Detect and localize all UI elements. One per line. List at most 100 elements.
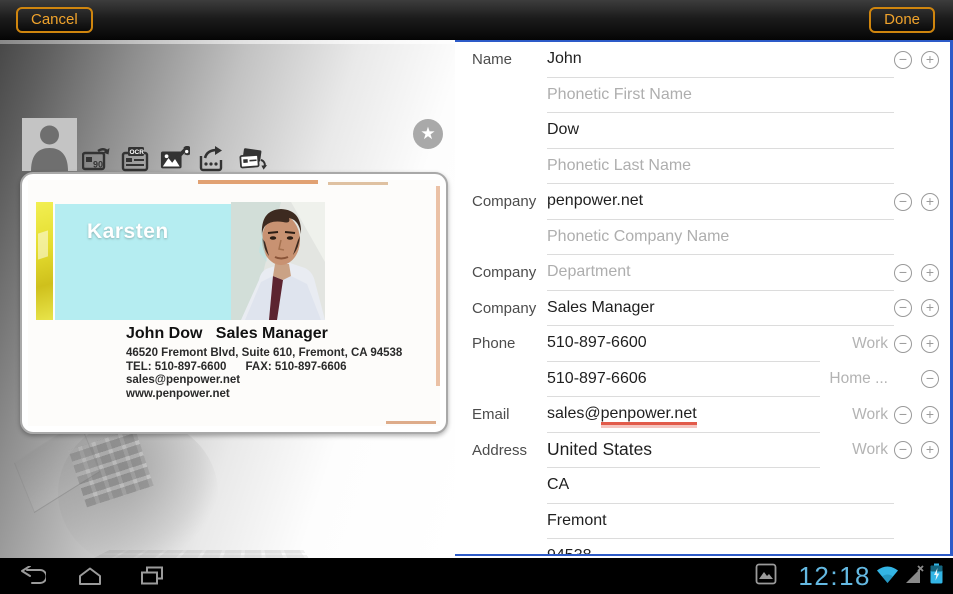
home-icon[interactable] <box>76 566 104 591</box>
recents-icon[interactable] <box>138 566 166 591</box>
status-clock: 12:18 <box>798 558 871 594</box>
remove-field-icon[interactable]: − <box>894 441 912 459</box>
form-row: Dow <box>455 113 950 149</box>
card-toolbar: 90 OCR <box>82 144 268 172</box>
form-row: AddressUnited StatesWork−+ <box>455 433 950 469</box>
form-row: Emailsales@penpower.net Work−+ <box>455 397 950 433</box>
favorite-star-icon[interactable]: ★ <box>413 119 443 149</box>
field-input-empty[interactable]: Phonetic Company Name <box>547 220 894 256</box>
field-input[interactable]: Sales Manager <box>547 291 894 327</box>
field-value: Dow <box>547 121 579 139</box>
card-telfax-line: TEL: 510-897-6600 FAX: 510-897-6606 <box>126 361 402 375</box>
field-label: Company <box>455 193 547 210</box>
retouch-icon[interactable] <box>160 144 190 172</box>
card-flip-icon[interactable] <box>238 144 268 172</box>
field-type-selector[interactable]: Home ... <box>820 370 894 388</box>
remove-field-icon[interactable]: − <box>894 264 912 282</box>
scan-artifact <box>386 421 436 424</box>
card-text-block: John Dow Sales Manager 46520 Fremont Blv… <box>126 325 402 401</box>
field-input-empty[interactable]: Phonetic First Name <box>547 78 894 114</box>
form-row: 94538 <box>455 539 950 556</box>
done-button[interactable]: Done <box>869 7 935 33</box>
form-row: 510-897-6606Home ... − <box>455 362 950 398</box>
ocr-icon[interactable]: OCR <box>121 144 151 172</box>
add-field-icon[interactable]: + <box>921 299 939 317</box>
app-screen: Cancel Done 90 <box>0 0 953 594</box>
field-value: sales@penpower.net <box>547 405 697 423</box>
field-input-empty[interactable]: Department <box>547 255 894 291</box>
form-row: CompanyDepartment−+ <box>455 255 950 291</box>
scan-artifact <box>198 180 318 184</box>
remove-field-icon[interactable]: − <box>894 193 912 211</box>
rotate-90-icon[interactable]: 90 <box>82 144 112 172</box>
field-type-selector[interactable]: Work <box>820 406 894 424</box>
add-field-icon[interactable]: + <box>921 406 939 424</box>
form-row: Fremont <box>455 504 950 540</box>
svg-text:OCR: OCR <box>130 149 145 156</box>
row-actions: −+ <box>894 299 950 317</box>
card-brand-name: Karsten <box>87 220 169 244</box>
contact-photo-placeholder[interactable] <box>22 118 77 171</box>
remove-field-icon[interactable]: − <box>894 406 912 424</box>
field-input[interactable]: 510-897-6606 <box>547 362 820 398</box>
field-placeholder: Phonetic Last Name <box>547 157 691 175</box>
status-area[interactable]: 12:18 <box>755 558 943 594</box>
cancel-button[interactable]: Cancel <box>16 7 93 33</box>
add-field-icon[interactable]: + <box>921 441 939 459</box>
row-actions: −+ <box>894 335 950 353</box>
business-card-image: Karsten <box>28 180 440 426</box>
field-placeholder: Phonetic First Name <box>547 86 692 104</box>
row-actions: −+ <box>894 441 950 459</box>
row-actions: −+ <box>894 406 950 424</box>
card-yellow-stripe <box>36 202 53 320</box>
cell-signal-icon <box>904 564 925 589</box>
add-field-icon[interactable]: + <box>921 264 939 282</box>
gallery-notification-icon <box>755 563 777 590</box>
card-preview-panel: 90 OCR <box>0 40 455 558</box>
scan-artifact <box>328 182 388 185</box>
form-row: Phonetic Last Name <box>455 149 950 185</box>
business-card-frame[interactable]: Karsten <box>20 172 448 434</box>
field-input-empty[interactable]: Phonetic Last Name <box>547 149 894 185</box>
form-row: NameJohn−+ <box>455 42 950 78</box>
card-web-line: www.penpower.net <box>126 388 402 402</box>
remove-field-icon[interactable]: − <box>894 299 912 317</box>
field-type-selector[interactable]: Work <box>820 441 894 459</box>
remove-field-icon[interactable]: − <box>894 335 912 353</box>
export-icon[interactable] <box>199 144 229 172</box>
field-input[interactable]: Fremont <box>547 504 894 540</box>
contact-edit-form: NameJohn−+Phonetic First NameDowPhonetic… <box>455 40 953 556</box>
field-input[interactable]: United States <box>547 433 820 469</box>
card-person-line: John Dow Sales Manager <box>126 325 402 343</box>
field-input[interactable]: 94538 <box>547 539 894 556</box>
system-bar: 12:18 <box>0 558 953 594</box>
action-bar: Cancel Done <box>0 0 953 40</box>
field-value: John <box>547 50 582 68</box>
field-label: Company <box>455 264 547 281</box>
field-value: 510-897-6600 <box>547 334 647 352</box>
add-field-icon[interactable]: + <box>921 51 939 69</box>
row-actions: −+ <box>894 264 950 282</box>
row-actions: −+ <box>894 193 950 211</box>
form-row: Phonetic Company Name <box>455 220 950 256</box>
field-input[interactable]: 510-897-6600 <box>547 326 820 362</box>
add-field-icon[interactable]: + <box>921 335 939 353</box>
card-address-line: 46520 Fremont Blvd, Suite 610, Fremont, … <box>126 347 402 361</box>
remove-field-icon[interactable]: − <box>894 51 912 69</box>
field-input[interactable]: Dow <box>547 113 894 149</box>
back-icon[interactable] <box>18 566 46 591</box>
remove-field-icon[interactable]: − <box>921 370 939 388</box>
field-value: penpower.net <box>547 192 643 210</box>
field-value: Fremont <box>547 512 607 530</box>
svg-text:90: 90 <box>93 160 103 170</box>
field-type-selector[interactable]: Work <box>820 335 894 353</box>
field-input[interactable]: sales@penpower.net <box>547 397 820 433</box>
field-input[interactable]: penpower.net <box>547 184 894 220</box>
card-email-line: sales@penpower.net <box>126 374 402 388</box>
field-label: Email <box>455 406 547 423</box>
add-field-icon[interactable]: + <box>921 193 939 211</box>
form-row: Companypenpower.net −+ <box>455 184 950 220</box>
field-input[interactable]: John <box>547 42 894 78</box>
field-input[interactable]: CA <box>547 468 894 504</box>
field-value: CA <box>547 476 569 494</box>
